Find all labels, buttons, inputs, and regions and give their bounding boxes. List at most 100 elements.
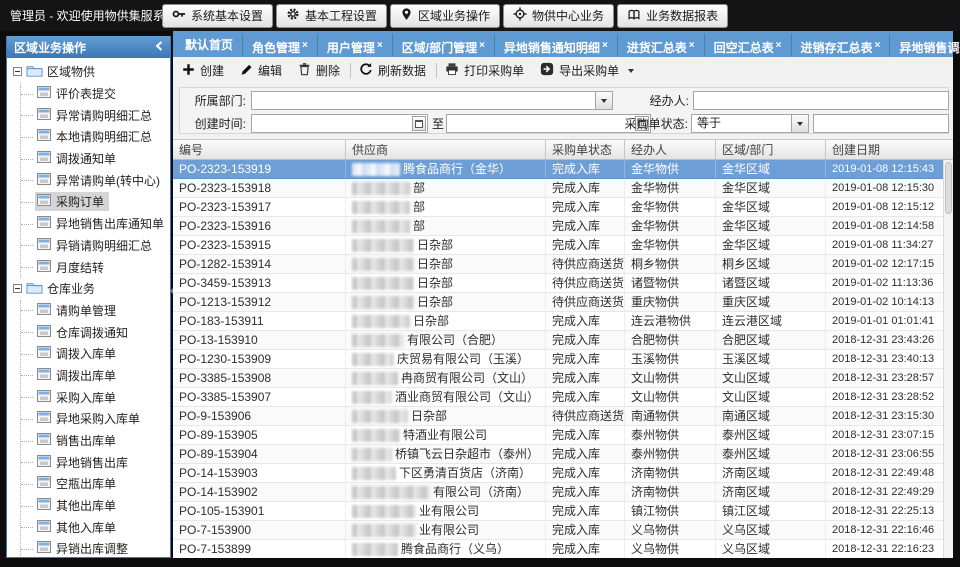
- tab[interactable]: 进销存汇总表×: [792, 34, 891, 57]
- chevron-left-icon[interactable]: [155, 40, 163, 54]
- dept-dropdown-button[interactable]: [595, 92, 612, 109]
- tree-item[interactable]: 异销请购明细汇总: [21, 235, 170, 257]
- document-window-icon: [37, 541, 51, 556]
- close-icon[interactable]: ×: [602, 40, 608, 51]
- tree-item[interactable]: 调拨入库单: [21, 343, 170, 365]
- tree-item[interactable]: 异常请购明细汇总: [21, 104, 170, 126]
- create-button[interactable]: 创建: [182, 62, 224, 79]
- tree-item[interactable]: 异地销售出库通知单: [21, 213, 170, 235]
- handler-filter-input[interactable]: [694, 93, 948, 108]
- tab[interactable]: 异地销售通知明细×: [495, 34, 618, 57]
- tab[interactable]: 区域/部门管理×: [393, 34, 495, 57]
- table-row[interactable]: PO-3385-153908 冉商贸有限公司（文山） 完成入库 文山物供 文山区…: [173, 369, 943, 388]
- tree-item[interactable]: 异地采购入库单: [21, 408, 170, 430]
- table-row[interactable]: PO-105-153901 业有限公司 完成入库 镇江物供 镇江区域 2018-…: [173, 502, 943, 521]
- document-window-icon: [37, 303, 51, 318]
- date-from-input[interactable]: [252, 116, 412, 131]
- status-operator-select[interactable]: 等于: [691, 114, 809, 133]
- close-icon[interactable]: ×: [479, 40, 485, 51]
- calendar-button[interactable]: [412, 116, 426, 131]
- tree-item[interactable]: 异常请购单(转中心): [21, 169, 170, 191]
- tab[interactable]: 回空汇总表×: [705, 34, 792, 57]
- column-header-handler[interactable]: 经办人: [625, 140, 716, 159]
- tree-item[interactable]: 评价表提交: [21, 83, 170, 105]
- column-header-order-no[interactable]: 编号: [173, 140, 346, 159]
- column-header-supplier[interactable]: 供应商: [346, 140, 546, 159]
- status-operator-dropdown-button[interactable]: [791, 115, 808, 132]
- tab[interactable]: 用户管理×: [318, 34, 393, 57]
- tree-item[interactable]: 调拨通知单: [21, 148, 170, 170]
- tab[interactable]: 进货汇总表×: [618, 34, 705, 57]
- status-value-input[interactable]: [814, 116, 948, 131]
- tree-item[interactable]: 仓库调拨通知: [21, 321, 170, 343]
- export-button[interactable]: 导出采购单: [540, 62, 634, 79]
- menu-system-settings-button[interactable]: 系统基本设置: [162, 4, 273, 28]
- table-row[interactable]: PO-3459-153913 日杂部 待供应商送货 诸暨物供 诸暨区域 2019…: [173, 274, 943, 293]
- table-row[interactable]: PO-7-153899 腾食品商行（义乌） 完成入库 义乌物供 义乌区域 201…: [173, 540, 943, 558]
- menu-basic-engineering-button[interactable]: 基本工程设置: [276, 4, 387, 28]
- handler-filter-field[interactable]: [693, 91, 949, 110]
- table-row[interactable]: PO-1282-153914 日杂部 待供应商送货 桐乡物供 桐乡区域 2019…: [173, 255, 943, 274]
- menu-supply-center-button[interactable]: 物供中心业务: [503, 4, 614, 28]
- tree-item[interactable]: 其他出库单: [21, 495, 170, 517]
- tree-folder-warehouse[interactable]: 仓库业务: [11, 278, 170, 300]
- scrollbar-thumb[interactable]: [945, 162, 952, 214]
- tree-item[interactable]: 其他入库单: [21, 516, 170, 538]
- column-header-region[interactable]: 区域/部门: [716, 140, 826, 159]
- close-icon[interactable]: ×: [689, 40, 695, 51]
- table-row[interactable]: PO-89-153904 桥镇飞云日杂超市（泰州） 完成入库 泰州物供 泰州区域…: [173, 445, 943, 464]
- close-icon[interactable]: ×: [776, 40, 782, 51]
- collapse-expander-icon[interactable]: [13, 284, 22, 293]
- table-row[interactable]: PO-2323-153915 日杂部 完成入库 金华物供 金华区域 2019-0…: [173, 236, 943, 255]
- tab[interactable]: 角色管理×: [243, 34, 318, 57]
- tree-item[interactable]: 采购订单: [21, 191, 170, 213]
- column-header-status[interactable]: 采购单状态: [546, 140, 625, 159]
- tree-item[interactable]: 采购入库单: [21, 386, 170, 408]
- document-window-icon: [37, 498, 51, 513]
- refresh-button[interactable]: 刷新数据: [359, 62, 426, 79]
- dept-filter-input[interactable]: [252, 93, 595, 108]
- tree-item[interactable]: 销售出库单: [21, 430, 170, 452]
- redacted-text-block: [352, 201, 410, 214]
- table-row[interactable]: PO-2323-153918 部 完成入库 金华物供 金华区域 2019-01-…: [173, 179, 943, 198]
- vertical-scrollbar[interactable]: [943, 160, 953, 558]
- table-row[interactable]: PO-3385-153907 酒业商贸有限公司（文山） 完成入库 文山物供 文山…: [173, 388, 943, 407]
- collapse-expander-icon[interactable]: [13, 67, 22, 76]
- table-row[interactable]: PO-1213-153912 日杂部 待供应商送货 重庆物供 重庆区域 2019…: [173, 293, 943, 312]
- table-row[interactable]: PO-2323-153917 部 完成入库 金华物供 金华区域 2019-01-…: [173, 198, 943, 217]
- edit-button[interactable]: 编辑: [240, 62, 282, 79]
- column-header-created[interactable]: 创建日期: [826, 140, 943, 159]
- tab[interactable]: 异地销售调整明细×: [890, 34, 960, 57]
- table-row[interactable]: PO-14-153902 有限公司（济南） 完成入库 济南物供 济南区域 201…: [173, 483, 943, 502]
- close-icon[interactable]: ×: [302, 40, 308, 51]
- delete-button[interactable]: 删除: [298, 62, 340, 79]
- menu-data-reports-button[interactable]: 业务数据报表: [617, 4, 728, 28]
- tree-item[interactable]: 异销出库调整: [21, 538, 170, 558]
- cell-region: 文山区域: [716, 369, 826, 387]
- close-icon[interactable]: ×: [377, 40, 383, 51]
- tree-item[interactable]: 调拨出库单: [21, 365, 170, 387]
- table-row[interactable]: PO-1230-153909 庆贸易有限公司（玉溪） 完成入库 玉溪物供 玉溪区…: [173, 350, 943, 369]
- tree-folder-region-supply[interactable]: 区域物供: [11, 61, 170, 83]
- print-button[interactable]: 打印采购单: [445, 62, 524, 79]
- table-row[interactable]: PO-14-153903 下区勇清百货店（济南） 完成入库 济南物供 济南区域 …: [173, 464, 943, 483]
- table-row[interactable]: PO-7-153900 业有限公司 完成入库 义乌物供 义乌区域 2018-12…: [173, 521, 943, 540]
- tree-item[interactable]: 异地销售出库: [21, 451, 170, 473]
- table-row[interactable]: PO-89-153905 特酒业有限公司 完成入库 泰州物供 泰州区域 2018…: [173, 426, 943, 445]
- menu-region-operations-button[interactable]: 区域业务操作: [390, 4, 500, 28]
- tree-item[interactable]: 空瓶出库单: [21, 473, 170, 495]
- tab[interactable]: 默认首页: [176, 34, 243, 57]
- table-row[interactable]: PO-9-153906 日杂部 待供应商送货 南通物供 南通区域 2018-12…: [173, 407, 943, 426]
- date-from-field[interactable]: [251, 114, 428, 133]
- status-value-field[interactable]: [813, 114, 949, 133]
- dept-filter-combobox[interactable]: [251, 91, 613, 110]
- tree-item[interactable]: 月度结转: [21, 256, 170, 278]
- table-row[interactable]: PO-13-153910 有限公司（合肥） 完成入库 合肥物供 合肥区域 201…: [173, 331, 943, 350]
- table-row[interactable]: PO-2323-153919 腾食品商行（金华） 完成入库 金华物供 金华区域 …: [173, 160, 943, 179]
- cell-handler: 金华物供: [625, 160, 716, 178]
- table-row[interactable]: PO-183-153911 日杂部 完成入库 连云港物供 连云港区域 2019-…: [173, 312, 943, 331]
- tree-item[interactable]: 本地请购明细汇总: [21, 126, 170, 148]
- tree-item[interactable]: 请购单管理: [21, 300, 170, 322]
- table-row[interactable]: PO-2323-153916 部 完成入库 金华物供 金华区域 2019-01-…: [173, 217, 943, 236]
- close-icon[interactable]: ×: [875, 40, 881, 51]
